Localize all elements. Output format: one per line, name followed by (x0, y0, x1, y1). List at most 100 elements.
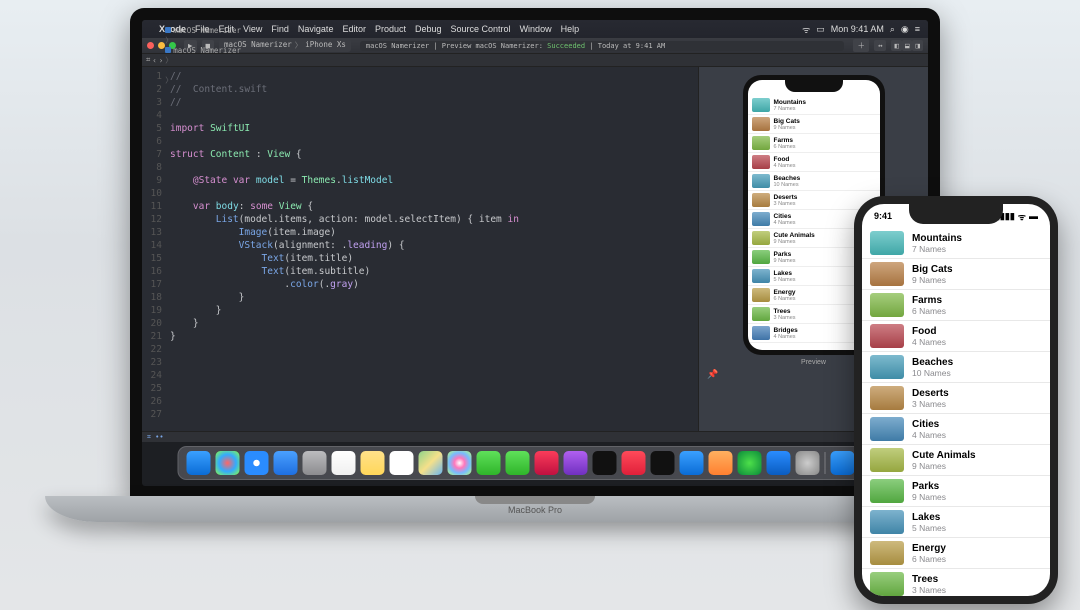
list-item[interactable]: Big Cats9 Names (748, 115, 880, 134)
thumbnail (752, 155, 770, 169)
list-item[interactable]: Energy6 Names (862, 538, 1050, 569)
item-title: Food (774, 156, 796, 163)
jump-bar-segment[interactable]: macOS Namerizer (165, 46, 241, 55)
menu-source-control[interactable]: Source Control (451, 24, 511, 34)
thumbnail (752, 288, 770, 302)
macos-dock[interactable] (178, 446, 893, 480)
breakpoints-icon[interactable]: ⌗ •• (147, 433, 164, 442)
dock-downloads-icon[interactable] (831, 451, 855, 475)
minimize-icon[interactable] (158, 42, 165, 49)
toggle-inspector-button[interactable]: ◨ (912, 40, 923, 51)
thumbnail (870, 479, 904, 503)
item-title: Parks (774, 251, 796, 258)
pin-preview-icon[interactable]: 📌 (707, 370, 718, 380)
list-item[interactable]: Beaches10 Names (748, 172, 880, 191)
list-item[interactable]: Food4 Names (748, 153, 880, 172)
list-item[interactable]: Trees3 Names (862, 569, 1050, 596)
folder-icon (165, 27, 171, 33)
item-subtitle: 10 Names (774, 182, 801, 188)
menu-navigate[interactable]: Navigate (298, 24, 334, 34)
menu-product[interactable]: Product (375, 24, 406, 34)
menu-debug[interactable]: Debug (415, 24, 442, 34)
close-icon[interactable] (147, 42, 154, 49)
macbook-device: Xcode FileEditViewFindNavigateEditorProd… (120, 8, 950, 568)
dock-facetime-icon[interactable] (506, 451, 530, 475)
list-item[interactable]: Farms6 Names (748, 134, 880, 153)
jump-bar-segment[interactable]: macOS Namerizer (165, 26, 241, 35)
menu-editor[interactable]: Editor (342, 24, 366, 34)
folder-icon (165, 47, 171, 53)
library-button[interactable]: ＋ (853, 39, 869, 52)
dock-contacts-icon[interactable] (303, 451, 327, 475)
dock-xcode-icon[interactable] (767, 451, 791, 475)
list-item[interactable]: Deserts3 Names (862, 383, 1050, 414)
dock-finder-icon[interactable] (187, 451, 211, 475)
list-item[interactable]: Big Cats9 Names (862, 259, 1050, 290)
code-area[interactable]: //// Content.swift//import SwiftUIstruct… (166, 67, 698, 431)
xcode-window: ▶ ■ macOS Namerizer 〉 iPhone Xs macOS Na… (142, 38, 928, 442)
item-title: Energy (912, 543, 946, 554)
item-subtitle: 4 Names (774, 334, 798, 340)
toggle-debug-button[interactable]: ⬓ (902, 40, 913, 51)
list-item[interactable]: Mountains7 Names (862, 228, 1050, 259)
dock-maps-icon[interactable] (419, 451, 443, 475)
item-subtitle: 9 Names (912, 275, 953, 285)
battery-icon[interactable]: ▭ (816, 24, 825, 35)
toggle-navigator-button[interactable]: ◧ (891, 40, 902, 51)
item-title: Cute Animals (912, 450, 976, 461)
source-editor[interactable]: 1234567891011121314151617181920212223242… (142, 67, 698, 431)
jump-bar[interactable]: ⌗ ‹ › macOS Namerizer〉macOS Namerizer〉Co… (142, 54, 928, 67)
dock-notes-icon[interactable] (361, 451, 385, 475)
thumbnail (752, 193, 770, 207)
dock-settings-icon[interactable] (796, 451, 820, 475)
dock-music-icon[interactable] (535, 451, 559, 475)
menu-window[interactable]: Window (520, 24, 552, 34)
siri-icon[interactable]: ◉ (901, 24, 909, 35)
item-title: Food (912, 326, 946, 337)
dock-calendar-icon[interactable] (332, 451, 356, 475)
item-subtitle: 3 Names (912, 399, 949, 409)
spotlight-icon[interactable]: ⌕ (890, 24, 895, 35)
list-item[interactable]: Lakes5 Names (862, 507, 1050, 538)
menu-view[interactable]: View (243, 24, 262, 34)
menu-find[interactable]: Find (271, 24, 289, 34)
dock-launchpad-icon[interactable] (216, 451, 240, 475)
dock-appstore-icon[interactable] (680, 451, 704, 475)
item-subtitle: 4 Names (774, 163, 796, 169)
thumbnail (752, 136, 770, 150)
dock-reminders-icon[interactable] (390, 451, 414, 475)
notification-center-icon[interactable]: ≡ (915, 24, 920, 34)
list-item[interactable]: Food4 Names (862, 321, 1050, 352)
list-item[interactable]: Farms6 Names (862, 290, 1050, 321)
dock-tv-icon[interactable] (593, 451, 617, 475)
item-title: Mountains (774, 99, 807, 106)
line-gutter: 1234567891011121314151617181920212223242… (142, 67, 166, 431)
dock-photos-icon[interactable] (448, 451, 472, 475)
wifi-icon[interactable]: ᯤ (802, 23, 810, 36)
dock-findmy-icon[interactable] (738, 451, 762, 475)
menu-help[interactable]: Help (561, 24, 580, 34)
preview-label: Preview (801, 359, 826, 366)
content-list[interactable]: Mountains7 NamesBig Cats9 NamesFarms6 Na… (862, 228, 1050, 596)
item-title: Energy (774, 289, 796, 296)
dock-news-icon[interactable] (622, 451, 646, 475)
menubar-clock[interactable]: Mon 9:41 AM (831, 24, 884, 34)
dock-safari-icon[interactable] (245, 451, 269, 475)
list-item[interactable]: Cute Animals9 Names (862, 445, 1050, 476)
forward-button[interactable]: › (159, 56, 164, 65)
list-item[interactable]: Cities4 Names (862, 414, 1050, 445)
thumbnail (870, 541, 904, 565)
dock-podcasts-icon[interactable] (564, 451, 588, 475)
code-review-button[interactable]: ↔ (874, 40, 887, 51)
list-item[interactable]: Beaches10 Names (862, 352, 1050, 383)
dock-stocks-icon[interactable] (651, 451, 675, 475)
list-item[interactable]: Mountains7 Names (748, 96, 880, 115)
back-button[interactable]: ‹ (152, 56, 157, 65)
thumbnail (870, 324, 904, 348)
list-item[interactable]: Parks9 Names (862, 476, 1050, 507)
dock-home-icon[interactable] (709, 451, 733, 475)
dock-mail-icon[interactable] (274, 451, 298, 475)
related-items-icon[interactable]: ⌗ (146, 55, 150, 65)
dock-messages-icon[interactable] (477, 451, 501, 475)
item-title: Cities (912, 419, 946, 430)
